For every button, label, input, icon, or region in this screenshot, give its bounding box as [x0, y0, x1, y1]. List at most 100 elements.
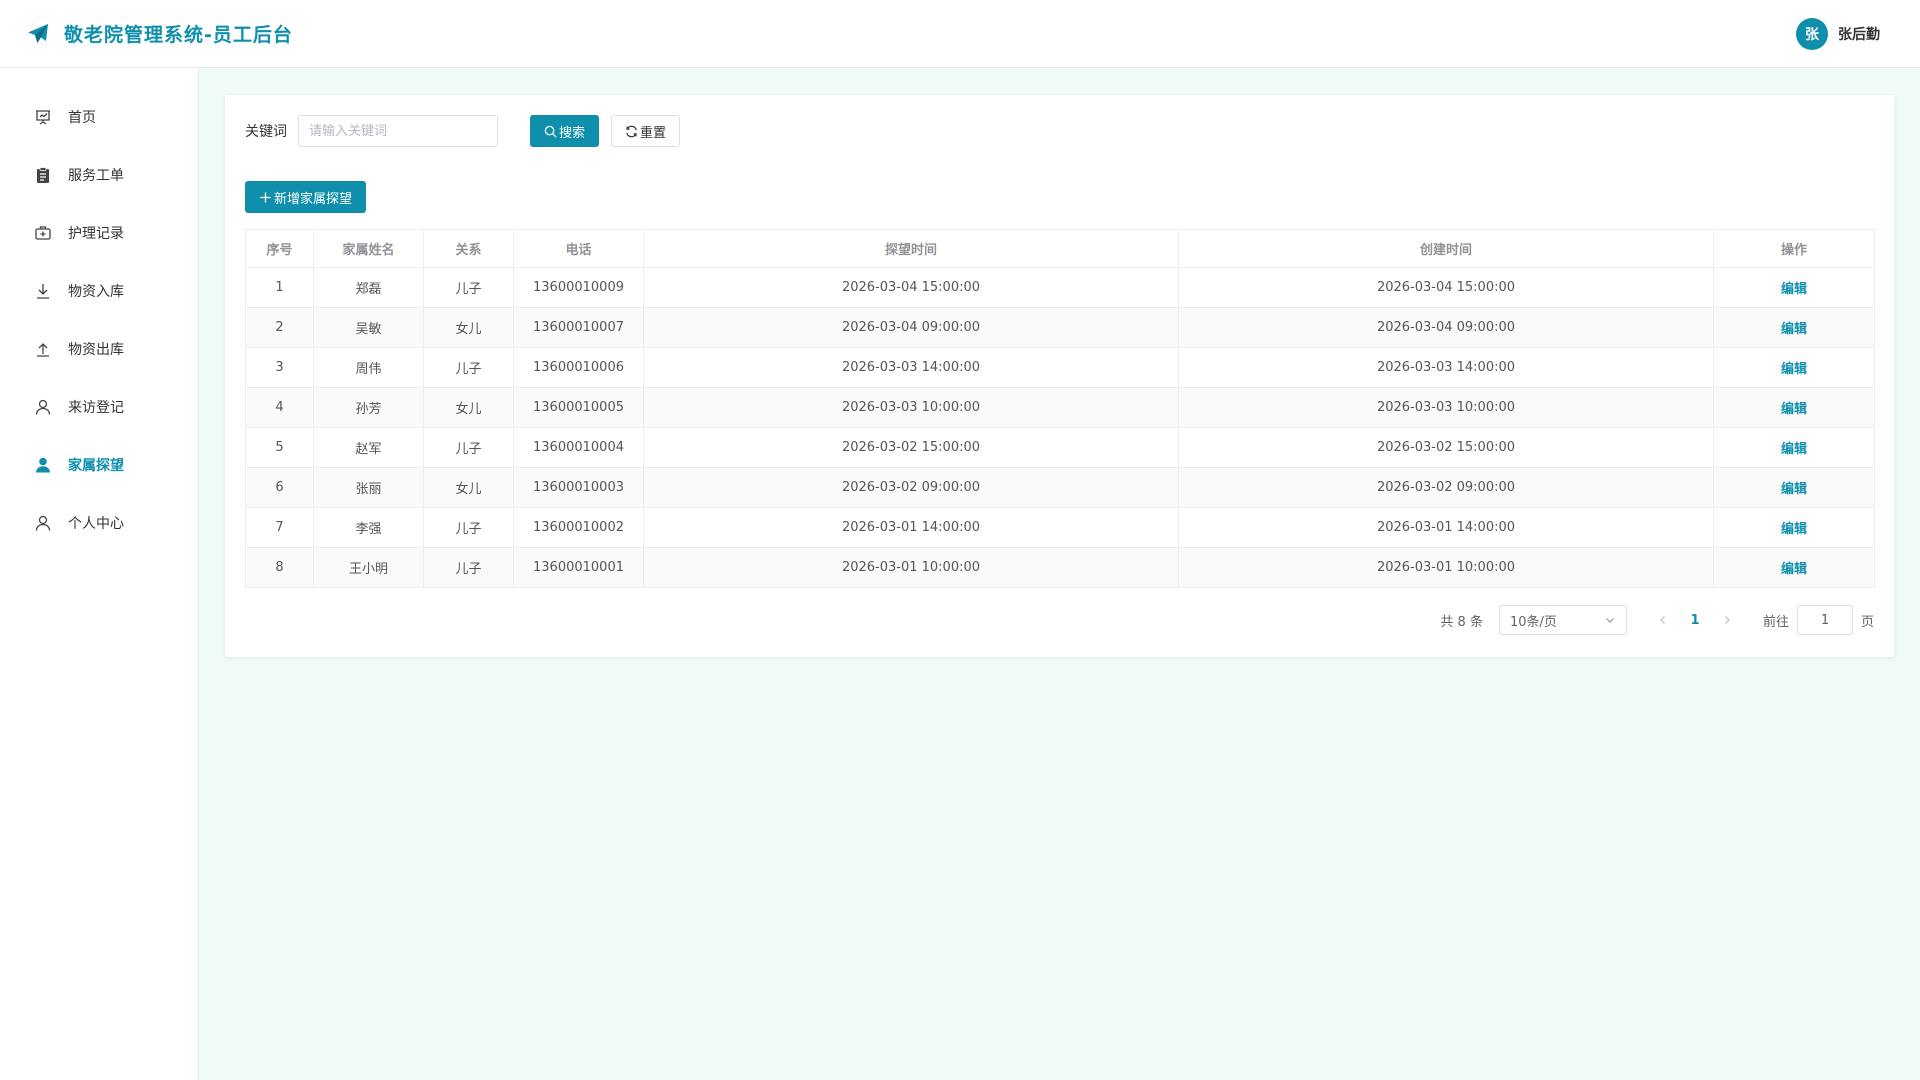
add-family-visit-button[interactable]: 新增家属探望	[245, 181, 367, 213]
cell-visit-time: 2026-03-03 14:00:00	[643, 347, 1179, 388]
user-name[interactable]: 张后勤	[1838, 24, 1880, 44]
add-button-label: 新增家属探望	[274, 191, 353, 207]
sidebar-item-label: 服务工单	[68, 168, 124, 184]
column-header: 电话	[513, 229, 644, 268]
sidebar-item-label: 家属探望	[68, 458, 124, 474]
presentation-icon	[36, 110, 50, 125]
cell-action: 编辑	[1713, 347, 1875, 388]
cell-index: 5	[245, 427, 314, 468]
cell-index: 6	[245, 467, 314, 508]
upload-icon	[37, 343, 49, 357]
cell-phone: 13600010001	[513, 547, 644, 588]
column-header: 家属姓名	[313, 229, 424, 268]
sidebar-item-family-visits[interactable]: 家属探望	[0, 436, 198, 494]
cell-action: 编辑	[1713, 467, 1875, 508]
cell-created-time: 2026-03-04 15:00:00	[1178, 267, 1714, 308]
edit-link[interactable]: 编辑	[1781, 402, 1807, 417]
page-size-select[interactable]: 10条/页	[1498, 605, 1627, 635]
reset-button-label: 重置	[640, 125, 667, 141]
sidebar-item-service-orders[interactable]: 服务工单	[0, 146, 198, 204]
cell-index: 3	[245, 347, 314, 388]
edit-link[interactable]: 编辑	[1781, 482, 1807, 497]
page-size-value: 10条/页	[1509, 614, 1557, 630]
edit-link[interactable]: 编辑	[1781, 362, 1807, 377]
sidebar: 首页 服务工单 护理记录 物资入库 物资出库 来访登记 家属探望 个人中心	[0, 68, 199, 1080]
edit-link[interactable]: 编辑	[1781, 282, 1807, 297]
family-visits-table: 序号 家属姓名 关系 电话 探望时间 创建时间 操作 1 郑磊 儿子 13600010…	[245, 229, 1875, 588]
download-icon	[37, 284, 49, 299]
sidebar-item-profile[interactable]: 个人中心	[0, 494, 198, 552]
cell-index: 2	[245, 307, 314, 348]
sidebar-item-label: 物资出库	[68, 342, 124, 358]
cell-action: 编辑	[1713, 547, 1875, 588]
sidebar-item-stock-in[interactable]: 物资入库	[0, 262, 198, 320]
cell-relation: 儿子	[423, 547, 514, 588]
cell-visit-time: 2026-03-01 14:00:00	[643, 507, 1179, 548]
first-aid-icon	[35, 226, 51, 240]
cell-name: 孙芳	[313, 387, 424, 428]
sidebar-item-visitor-registration[interactable]: 来访登记	[0, 378, 198, 436]
cell-phone: 13600010005	[513, 387, 644, 428]
pagination: 共 8 条 10条/页 1 前往 页	[1440, 605, 1874, 635]
plus-icon	[260, 191, 271, 203]
next-page-button[interactable]	[1713, 614, 1741, 626]
search-button[interactable]: 搜索	[530, 115, 600, 147]
cell-relation: 儿子	[423, 347, 514, 388]
cell-relation: 女儿	[423, 307, 514, 348]
page-number-current[interactable]: 1	[1677, 613, 1713, 628]
cell-name: 郑磊	[313, 267, 424, 308]
cell-relation: 儿子	[423, 427, 514, 468]
edit-link[interactable]: 编辑	[1781, 562, 1807, 577]
cell-created-time: 2026-03-03 14:00:00	[1178, 347, 1714, 388]
cell-created-time: 2026-03-02 15:00:00	[1178, 427, 1714, 468]
column-header: 序号	[245, 229, 314, 268]
search-bar: 关键词 搜索 重置	[245, 115, 681, 147]
sidebar-item-nursing-records[interactable]: 护理记录	[0, 204, 198, 262]
edit-link[interactable]: 编辑	[1781, 442, 1807, 457]
cell-phone: 13600010003	[513, 467, 644, 508]
sidebar-item-label: 个人中心	[68, 516, 124, 532]
cell-name: 周伟	[313, 347, 424, 388]
keyword-input[interactable]	[298, 115, 498, 147]
cell-action: 编辑	[1713, 427, 1875, 468]
table-row: 6 张丽 女儿 13600010003 2026-03-02 09:00:00 2026-…	[245, 467, 1875, 508]
user-menu[interactable]: 张 张后勤	[1796, 17, 1880, 50]
sidebar-item-label: 首页	[68, 110, 96, 126]
app-title: 敬老院管理系统-员工后台	[64, 24, 293, 46]
cell-name: 李强	[313, 507, 424, 548]
cell-action: 编辑	[1713, 387, 1875, 428]
cell-created-time: 2026-03-01 14:00:00	[1178, 507, 1714, 548]
column-header: 创建时间	[1178, 229, 1714, 268]
cell-phone: 13600010007	[513, 307, 644, 348]
goto-page-input[interactable]	[1796, 605, 1853, 635]
paper-plane-icon	[28, 23, 48, 43]
edit-link[interactable]: 编辑	[1781, 522, 1807, 537]
content-card: 关键词 搜索 重置 新增家属探望 序号	[225, 95, 1894, 657]
cell-name: 张丽	[313, 467, 424, 508]
cell-name: 赵军	[313, 427, 424, 468]
cell-visit-time: 2026-03-01 10:00:00	[643, 547, 1179, 588]
keyword-label: 关键词	[245, 124, 287, 140]
table-row: 5 赵军 儿子 13600010004 2026-03-02 15:00:00 2026-…	[245, 427, 1875, 468]
cell-phone: 13600010006	[513, 347, 644, 388]
table-row: 4 孙芳 女儿 13600010005 2026-03-03 10:00:00 2026-…	[245, 387, 1875, 428]
table-header-row: 序号 家属姓名 关系 电话 探望时间 创建时间 操作	[245, 229, 1875, 268]
cell-index: 7	[245, 507, 314, 548]
table-row: 8 王小明 儿子 13600010001 2026-03-01 10:00:00 2026…	[245, 547, 1875, 588]
avatar[interactable]: 张	[1796, 17, 1828, 50]
user-filled-icon	[36, 457, 50, 473]
cell-created-time: 2026-03-01 10:00:00	[1178, 547, 1714, 588]
reset-button[interactable]: 重置	[611, 115, 681, 147]
page-unit-label: 页	[1860, 614, 1874, 630]
cell-visit-time: 2026-03-03 10:00:00	[643, 387, 1179, 428]
search-icon	[544, 125, 557, 138]
search-button-label: 搜索	[559, 125, 586, 141]
sidebar-item-home[interactable]: 首页	[0, 88, 198, 146]
cell-phone: 13600010009	[513, 267, 644, 308]
edit-link[interactable]: 编辑	[1781, 322, 1807, 337]
sidebar-item-label: 物资入库	[68, 284, 124, 300]
user-icon	[35, 515, 51, 531]
sidebar-item-stock-out[interactable]: 物资出库	[0, 320, 198, 378]
cell-action: 编辑	[1713, 307, 1875, 348]
prev-page-button[interactable]	[1649, 614, 1677, 626]
